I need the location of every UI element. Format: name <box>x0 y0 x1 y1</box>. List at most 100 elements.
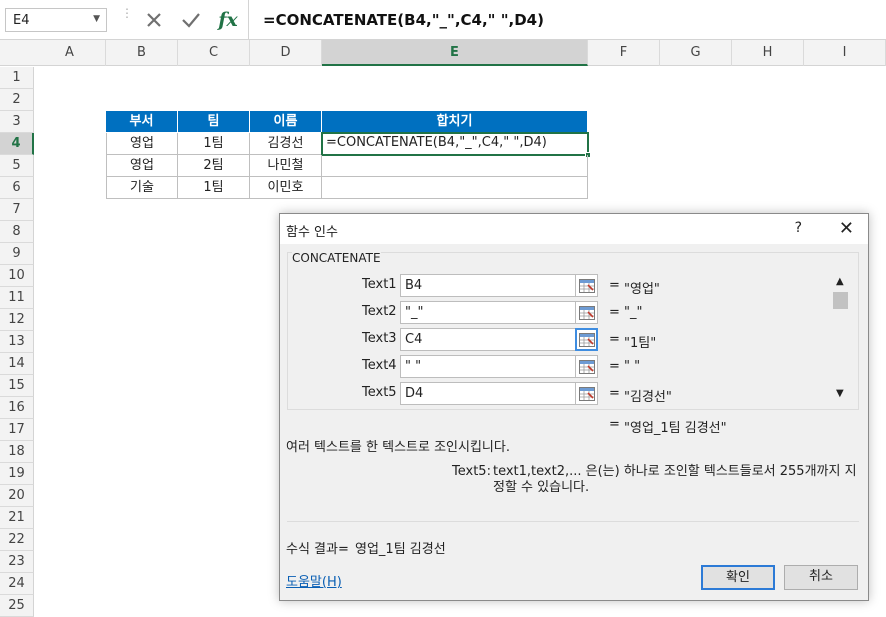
active-cell-e4[interactable]: =CONCATENATE(B4,"_",C4," ",D4) <box>321 132 591 158</box>
arg-label-text1: Text1 <box>362 277 397 292</box>
arg-result-text4: " " <box>624 359 641 374</box>
cancel-button[interactable]: 취소 <box>784 565 858 590</box>
column-header[interactable]: B <box>106 40 178 66</box>
table-header-cell[interactable]: 팀 <box>178 111 250 133</box>
arg-result-text2: "_" <box>624 305 643 320</box>
name-box[interactable]: E4 ▼ <box>5 8 107 32</box>
arg-eq: = <box>609 305 620 320</box>
row-header[interactable]: 17 <box>0 419 34 441</box>
arg-input-text5[interactable]: D4 <box>400 382 577 405</box>
row-header[interactable]: 5 <box>0 155 34 177</box>
row-header[interactable]: 6 <box>0 177 34 199</box>
arg-label-text5: Text5 <box>362 385 397 400</box>
help-icon[interactable]: ? <box>795 220 802 236</box>
row-header[interactable]: 22 <box>0 529 34 551</box>
range-select-icon[interactable] <box>575 274 598 297</box>
column-header[interactable]: A <box>34 40 106 66</box>
table-cell[interactable]: 1팀 <box>178 177 250 199</box>
row-header[interactable]: 7 <box>0 199 34 221</box>
table-cell[interactable]: 영업 <box>106 155 178 177</box>
row-header[interactable]: 21 <box>0 507 34 529</box>
arg-eq: = <box>609 359 620 374</box>
arg-result-text1: "영업" <box>624 282 660 297</box>
arg-input-text2[interactable]: "_" <box>400 301 577 324</box>
table-cell[interactable]: 나민철 <box>250 155 322 177</box>
range-select-icon[interactable] <box>575 301 598 324</box>
arg-input-text4[interactable]: " " <box>400 355 577 378</box>
range-select-icon[interactable] <box>575 355 598 378</box>
table-cell[interactable]: 김경선 <box>250 133 322 155</box>
function-icon[interactable]: fx <box>216 7 240 33</box>
column-header[interactable]: G <box>660 40 732 66</box>
help-link[interactable]: 도움말(H) <box>286 571 342 590</box>
column-header[interactable]: D <box>250 40 322 66</box>
row-header[interactable]: 20 <box>0 485 34 507</box>
check-icon[interactable] <box>179 7 203 33</box>
function-arguments-dialog: 함수 인수 ? ✕ CONCATENATE Text1 B4 = "영업" Te… <box>279 213 869 601</box>
table-header-cell[interactable]: 이름 <box>250 111 322 133</box>
scroll-down-icon[interactable]: ▼ <box>836 388 844 399</box>
column-header-bar: A B C D E F G H I <box>0 40 886 66</box>
row-header[interactable]: 8 <box>0 221 34 243</box>
row-header[interactable]: 13 <box>0 331 34 353</box>
row-header[interactable]: 23 <box>0 551 34 573</box>
table-cell[interactable]: 2팀 <box>178 155 250 177</box>
row-header[interactable]: 10 <box>0 265 34 287</box>
row-header[interactable]: 24 <box>0 573 34 595</box>
table-cell[interactable] <box>322 177 588 199</box>
function-name-label: CONCATENATE <box>292 251 381 265</box>
row-header-active[interactable]: 4 <box>0 133 34 155</box>
chevron-down-icon[interactable]: ▼ <box>93 14 100 24</box>
row-header[interactable]: 2 <box>0 89 34 111</box>
row-header[interactable]: 16 <box>0 397 34 419</box>
column-header[interactable]: H <box>732 40 804 66</box>
arg-input-text1[interactable]: B4 <box>400 274 577 297</box>
table-cell[interactable]: 기술 <box>106 177 178 199</box>
arg-input-text3[interactable]: C4 <box>400 328 577 351</box>
row-header[interactable]: 15 <box>0 375 34 397</box>
scrollbar-thumb[interactable] <box>833 292 848 309</box>
column-header[interactable]: F <box>588 40 660 66</box>
dialog-title: 함수 인수 <box>286 225 338 240</box>
formula-bar: E4 ▼ ⋮ fx =CONCATENATE(B4,"_",C4," ",D4) <box>0 0 886 40</box>
x-icon[interactable] <box>142 7 166 33</box>
row-header[interactable]: 14 <box>0 353 34 375</box>
row-header[interactable]: 12 <box>0 309 34 331</box>
ok-button[interactable]: 확인 <box>701 565 775 590</box>
row-header[interactable]: 11 <box>0 287 34 309</box>
row-header[interactable]: 3 <box>0 111 34 133</box>
divider <box>287 521 859 522</box>
total-result: "영업_1팀 김경선" <box>624 421 727 436</box>
column-header-active[interactable]: E <box>322 40 588 66</box>
dialog-title-bar[interactable]: 함수 인수 ? ✕ <box>280 214 868 244</box>
range-select-icon[interactable] <box>575 328 598 351</box>
arg-eq: = <box>609 278 620 293</box>
range-select-icon[interactable] <box>575 382 598 405</box>
table-cell[interactable]: 이민호 <box>250 177 322 199</box>
arg-result-text5: "김경선" <box>624 390 672 405</box>
arg-description-label: Text5: <box>452 464 491 479</box>
table-cell[interactable]: 영업 <box>106 133 178 155</box>
table-cell[interactable]: 1팀 <box>178 133 250 155</box>
row-header[interactable]: 9 <box>0 243 34 265</box>
row-header[interactable]: 25 <box>0 595 34 617</box>
column-header[interactable]: I <box>804 40 886 66</box>
table-header-cell[interactable]: 부서 <box>106 111 178 133</box>
row-header[interactable]: 19 <box>0 463 34 485</box>
table-header-cell[interactable]: 합치기 <box>322 111 588 133</box>
arg-result-text3: "1팀" <box>624 336 657 351</box>
arg-label-text3: Text3 <box>362 331 397 346</box>
table-cell[interactable] <box>322 155 588 177</box>
column-header[interactable]: C <box>178 40 250 66</box>
close-icon[interactable]: ✕ <box>839 218 854 239</box>
row-header[interactable]: 18 <box>0 441 34 463</box>
arg-eq: = <box>609 386 620 401</box>
scroll-up-icon[interactable]: ▲ <box>836 276 844 287</box>
arguments-scrollbar[interactable]: ▲ ▼ <box>831 276 851 408</box>
arg-description: text1,text2,... 은(는) 하나로 조인할 텍스트들로서 255개… <box>493 464 857 495</box>
formula-input[interactable]: =CONCATENATE(B4,"_",C4," ",D4) <box>248 0 886 40</box>
name-box-value: E4 <box>13 13 30 28</box>
formula-result-label: 수식 결과= <box>286 542 349 557</box>
formula-result-value: 영업_1팀 김경선 <box>355 542 446 557</box>
row-header[interactable]: 1 <box>0 67 34 89</box>
